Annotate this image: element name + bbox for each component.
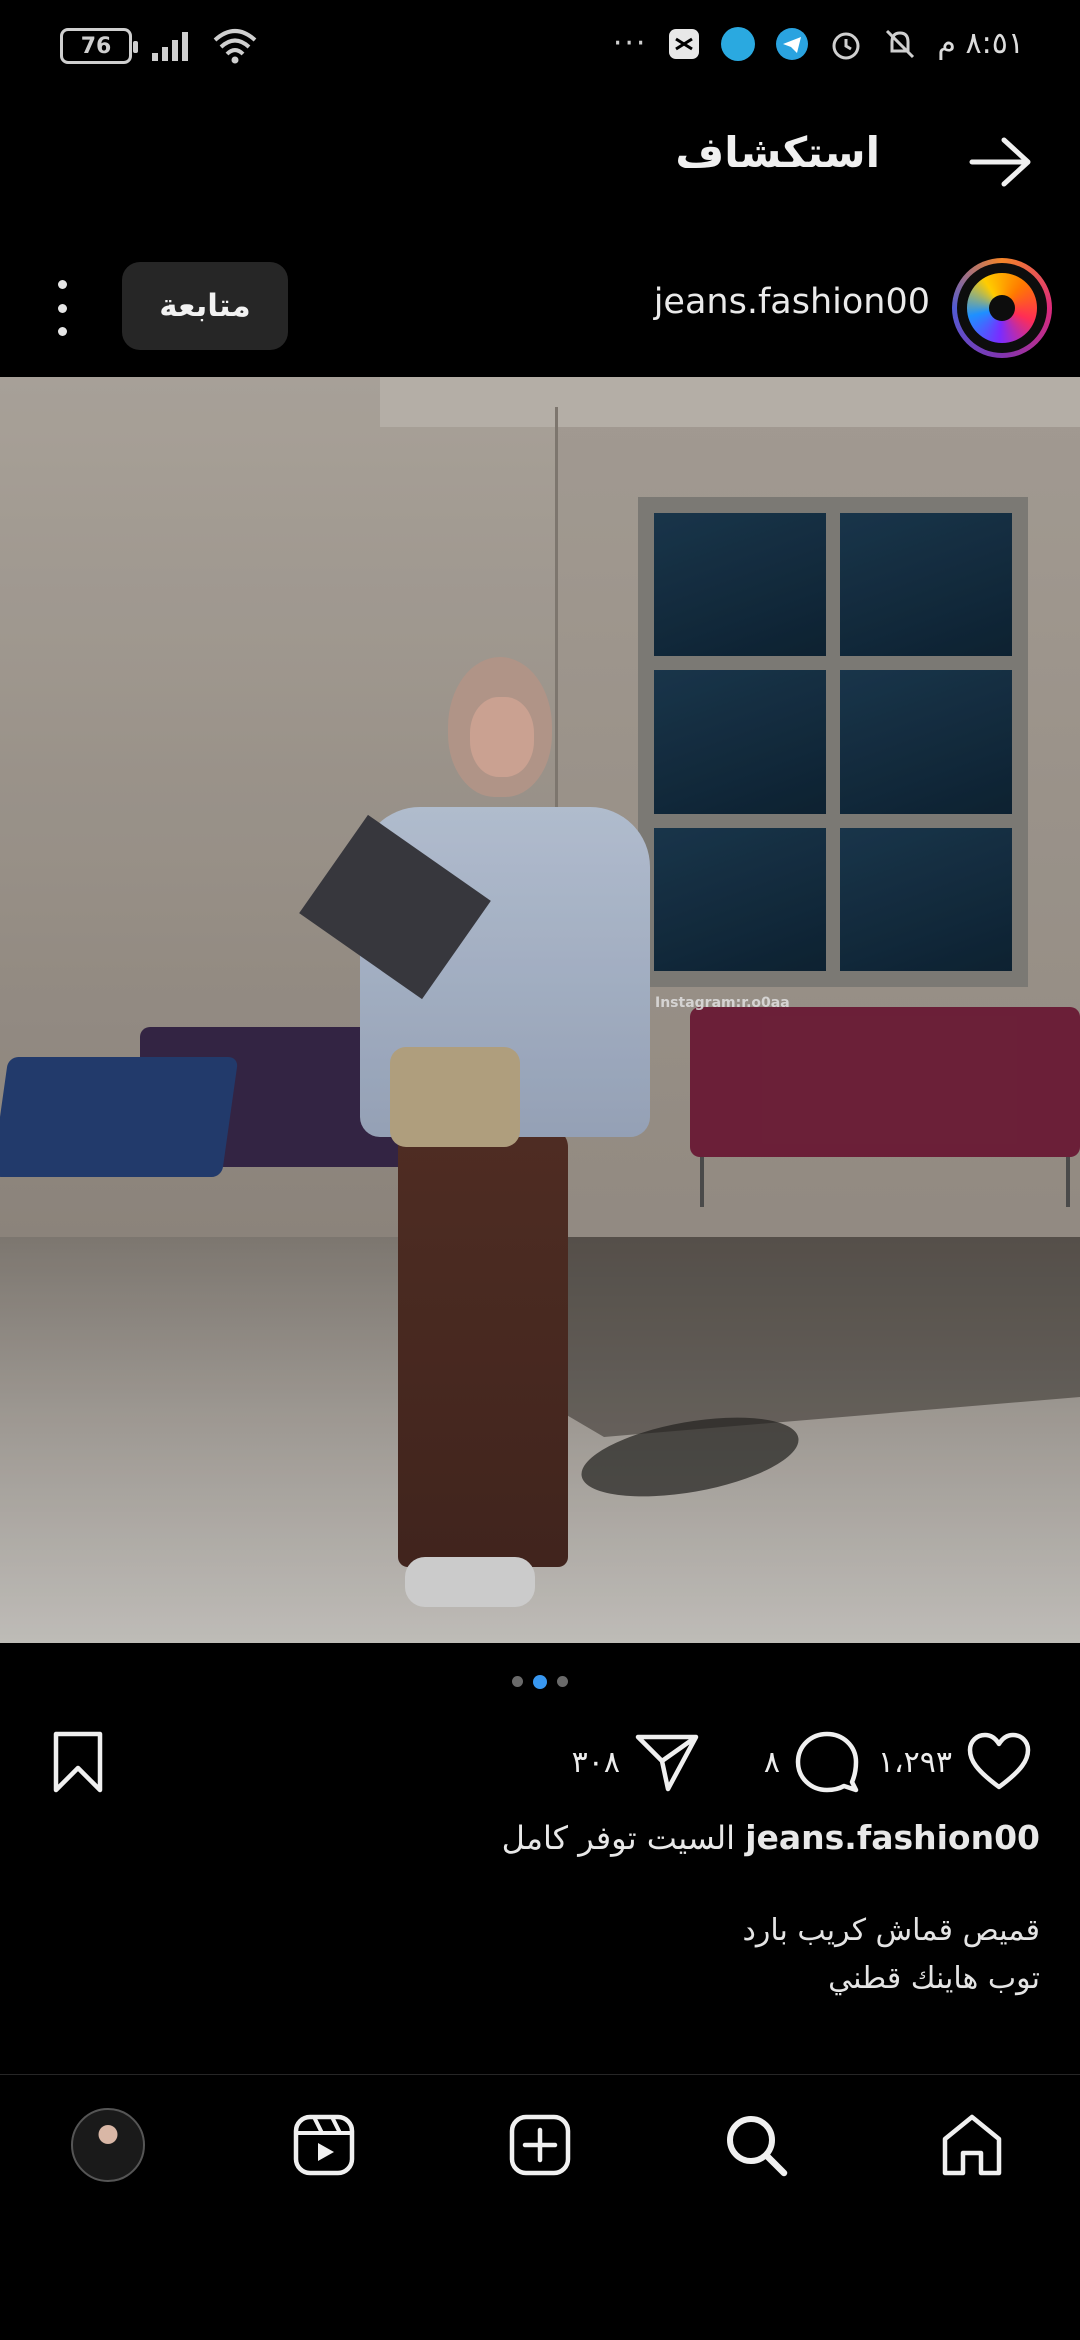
caption-username[interactable]: jeans.fashion00 — [745, 1818, 1040, 1857]
carousel-dot — [557, 1676, 568, 1687]
status-bar: 76 ··· ٨:٥١ م — [0, 0, 1080, 100]
page-title: استكشاف — [675, 128, 880, 177]
like-group: ١،٢٩٣ — [878, 1722, 1032, 1802]
home-icon[interactable] — [939, 2113, 1005, 2177]
wifi-icon — [213, 29, 257, 64]
clock: ٨:٥١ م — [937, 26, 1024, 61]
alarm-icon — [832, 32, 860, 59]
comment-icon[interactable] — [794, 1730, 860, 1794]
share-group: ٣٠٨ — [572, 1722, 700, 1802]
caption-text: السيت توفر كامل — [501, 1819, 736, 1857]
carousel-indicator — [0, 1675, 1080, 1689]
signal-icon — [152, 32, 188, 61]
carousel-dot — [512, 1676, 523, 1687]
nav-reels[interactable] — [284, 2105, 364, 2185]
bookmark-icon[interactable] — [50, 1730, 106, 1794]
like-count[interactable]: ١،٢٩٣ — [878, 1745, 952, 1780]
reels-icon[interactable] — [292, 2113, 356, 2177]
status-left: 76 — [60, 28, 258, 64]
search-icon[interactable] — [724, 2113, 788, 2177]
bookmark-group — [50, 1722, 106, 1802]
share-count[interactable]: ٣٠٨ — [572, 1745, 620, 1780]
post-caption: jeans.fashion00 السيت توفر كامل قميص قما… — [40, 1818, 1040, 2003]
post-header: jeans.fashion00 متابعة — [0, 258, 1080, 358]
send-icon[interactable] — [634, 1731, 700, 1793]
create-icon[interactable] — [508, 2113, 572, 2177]
capcut-icon — [669, 28, 700, 59]
profile-avatar[interactable] — [71, 2108, 145, 2182]
arrow-right-icon[interactable] — [966, 132, 1036, 192]
nav-create[interactable] — [500, 2105, 580, 2185]
nav-search[interactable] — [716, 2105, 796, 2185]
heart-icon[interactable] — [966, 1732, 1032, 1792]
app-notification-icon — [721, 26, 756, 61]
caption-details: قميص قماش كريب بارد توب هاينك قطني — [40, 1907, 1040, 2003]
battery-level: 76 — [80, 33, 112, 59]
post-username[interactable]: jeans.fashion00 — [654, 282, 930, 322]
avatar-image — [957, 263, 1047, 353]
post-image[interactable]: Instagram:r.o0aa — [0, 377, 1080, 1643]
mute-bell-icon — [886, 29, 915, 58]
comment-group: ٨ — [764, 1722, 860, 1802]
status-right: ··· ٨:٥١ م — [613, 26, 1024, 61]
comment-count[interactable]: ٨ — [764, 1745, 780, 1780]
battery-icon: 76 — [60, 28, 138, 64]
follow-button[interactable]: متابعة — [122, 262, 288, 350]
bottom-navigation — [0, 2074, 1080, 2214]
nav-profile[interactable] — [68, 2105, 148, 2185]
top-header: استكشاف — [0, 110, 1080, 210]
caption-line: توب هاينك قطني — [828, 1961, 1040, 1996]
caption-line: قميص قماش كريب بارد — [742, 1913, 1040, 1948]
telegram-icon — [776, 27, 809, 60]
overflow-dots: ··· — [612, 26, 648, 61]
post-actions: ١،٢٩٣ ٨ ٣٠٨ — [0, 1722, 1080, 1802]
more-options-icon[interactable] — [50, 280, 74, 336]
carousel-dot-active — [533, 1675, 547, 1689]
caption-first-line: jeans.fashion00 السيت توفر كامل — [40, 1818, 1040, 1857]
nav-home[interactable] — [932, 2105, 1012, 2185]
post-author-avatar[interactable] — [952, 258, 1052, 358]
